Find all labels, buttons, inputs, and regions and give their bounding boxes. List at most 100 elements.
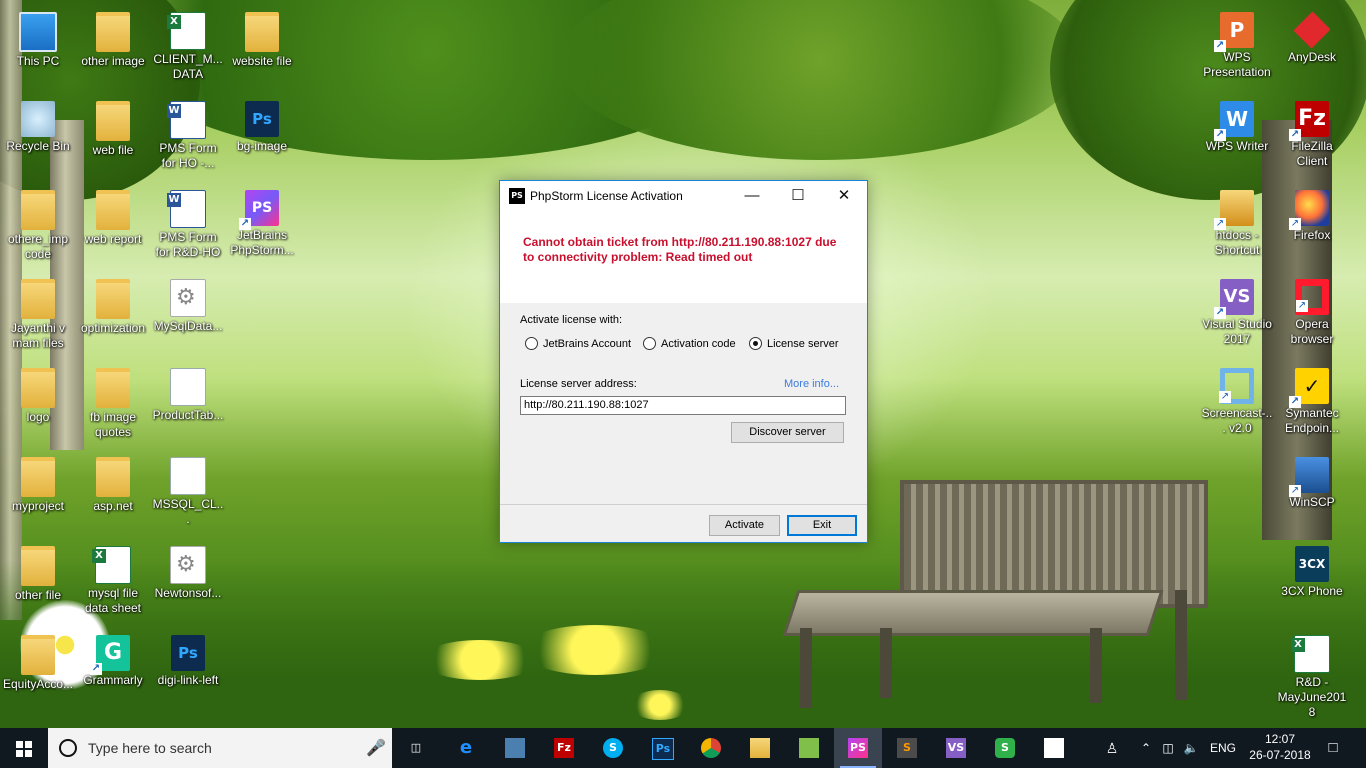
show-hidden-icons-icon[interactable]: ⌃ [1136, 728, 1156, 768]
taskbar-file-explorer[interactable] [736, 728, 784, 768]
radio-button[interactable] [749, 337, 762, 350]
desktop-icon-opera[interactable]: Opera browser [1274, 273, 1350, 359]
desktop-icon-winscp[interactable]: WinSCP [1274, 451, 1350, 537]
excel-file-icon [167, 12, 206, 50]
radio-license-server[interactable]: License server [749, 337, 839, 350]
notepad-plus-icon [799, 738, 819, 758]
radio-jetbrains-account[interactable]: JetBrains Account [525, 337, 631, 350]
desktop-icon-logo[interactable]: logo [0, 362, 76, 448]
taskbar-sticky-notes[interactable] [1030, 728, 1078, 768]
volume-icon[interactable]: 🔈 [1180, 728, 1202, 768]
visual-studio-icon: VS [1214, 279, 1254, 319]
taskbar-skype[interactable]: S [589, 728, 637, 768]
desktop-icon-asp-net[interactable]: asp.net [75, 451, 151, 537]
desktop-icon-othere-imp-code[interactable]: othere_imp code [0, 184, 76, 270]
desktop-icon-firefox[interactable]: Firefox [1274, 184, 1350, 270]
search-placeholder: Type here to search [88, 740, 212, 756]
desktop-icon-optimization[interactable]: optimization [75, 273, 151, 359]
desktop-icon-myproject[interactable]: myproject [0, 451, 76, 537]
radio-button[interactable] [643, 337, 656, 350]
desktop-icon-fb-image-quotes[interactable]: fb image quotes [75, 362, 151, 448]
taskbar-photoshop[interactable]: Ps [638, 728, 686, 768]
discover-server-button[interactable]: Discover server [731, 422, 844, 443]
desktop-icon-mysqldata[interactable]: MySqlData... [150, 273, 226, 359]
desktop-icon-newtonsoft[interactable]: Newtonsof... [150, 540, 226, 626]
symantec-icon: ✓ [1289, 368, 1329, 408]
folder-icon [96, 279, 130, 319]
action-center-icon[interactable]: □ [1318, 728, 1348, 768]
desktop-icon-pms-form-rd[interactable]: PMS Form for R&D-HO [150, 184, 226, 270]
desktop-icon-producttab[interactable]: ProductTab... [150, 362, 226, 448]
folder-icon [21, 368, 55, 408]
task-view-button[interactable]: ◫ [392, 728, 440, 768]
search-box[interactable]: Type here to search 🎤 [48, 728, 392, 768]
desktop-icon-grammarly[interactable]: G Grammarly [75, 629, 151, 715]
taskbar-phpstorm[interactable]: PS [834, 728, 882, 768]
phpstorm-icon: PS [509, 188, 525, 204]
desktop-icon-htdocs[interactable]: htdocs - Shortcut [1199, 184, 1275, 270]
microphone-icon[interactable]: 🎤 [366, 738, 386, 757]
radio-button[interactable] [525, 337, 538, 350]
clock[interactable]: 12:07 26-07-2018 [1248, 728, 1312, 768]
start-button[interactable] [0, 728, 48, 768]
taskbar-visual-studio[interactable]: VS [932, 728, 980, 768]
desktop-icon-pms-form-ho[interactable]: PMS Form for HO -... [150, 95, 226, 181]
desktop-icon-other-image[interactable]: other image [75, 6, 151, 92]
taskbar-wps[interactable]: S [981, 728, 1029, 768]
taskbar-sublime[interactable]: S [883, 728, 931, 768]
desktop-icon-filezilla[interactable]: Fz FileZilla Client [1274, 95, 1350, 181]
opera-icon [1295, 279, 1329, 315]
desktop-icon-jayanthi-files[interactable]: Jayanthi v mam files [0, 273, 76, 359]
activate-button[interactable]: Activate [709, 515, 780, 536]
desktop-icon-equity[interactable]: EquityAcco... [0, 629, 76, 715]
desktop-icon-website-file[interactable]: website file [224, 6, 300, 92]
taskbar-notepad-plus[interactable] [785, 728, 833, 768]
desktop-icon-mssql[interactable]: MSSQL_CL... [150, 451, 226, 537]
desktop-icon-web-report[interactable]: web report [75, 184, 151, 270]
close-button[interactable]: ✕ [821, 181, 867, 211]
folder-icon [96, 101, 130, 141]
more-info-link[interactable]: More info... [784, 378, 839, 390]
desktop-icon-other-file[interactable]: other file [0, 540, 76, 626]
taskbar-network-app[interactable] [491, 728, 539, 768]
taskbar-filezilla[interactable]: Fz [540, 728, 588, 768]
desktop-icon-digi-link-left[interactable]: Ps digi-link-left [150, 629, 226, 715]
desktop-icon-client-data[interactable]: CLIENT_M... DATA [150, 6, 226, 92]
excel-file-icon [1291, 635, 1330, 673]
desktop-icon-phpstorm[interactable]: PS JetBrains PhpStorm... [224, 184, 300, 270]
minimize-button[interactable]: — [729, 181, 775, 211]
filezilla-icon: Fz [1289, 101, 1329, 141]
desktop-icon-mysql-data-sheet[interactable]: mysql file data sheet [75, 540, 151, 626]
desktop-icon-wps-presentation[interactable]: P WPS Presentation [1199, 6, 1275, 92]
taskbar-edge[interactable]: e [442, 728, 490, 768]
chrome-icon [701, 738, 721, 758]
desktop-icon-rd-mayjune[interactable]: R&D - MayJune2018 [1274, 629, 1350, 719]
desktop-icon-symantec[interactable]: ✓ Symantec Endpoin... [1274, 362, 1350, 448]
network-icon[interactable]: ◫ [1158, 728, 1178, 768]
language-indicator[interactable]: ENG [1210, 728, 1240, 768]
desktop-icon-web-file[interactable]: web file [75, 95, 151, 181]
people-icon[interactable]: ♙ [1100, 728, 1124, 768]
desktop-icon-3cx-phone[interactable]: 3CX 3CX Phone [1274, 540, 1350, 626]
desktop-icon-anydesk[interactable]: AnyDesk [1274, 6, 1350, 92]
desktop-icon-screencast[interactable]: Screencast-... v2.0 [1199, 362, 1275, 448]
dialog-titlebar[interactable]: PS PhpStorm License Activation — ☐ ✕ [500, 181, 867, 211]
text-file-icon [170, 368, 206, 406]
maximize-button[interactable]: ☐ [775, 181, 821, 211]
exit-button[interactable]: Exit [787, 515, 857, 536]
activate-with-label: Activate license with: [520, 314, 623, 326]
edge-icon: e [459, 737, 473, 758]
folder-icon [21, 546, 55, 586]
radio-activation-code[interactable]: Activation code [643, 337, 736, 350]
folder-icon [1214, 190, 1254, 230]
desktop-icon-recycle-bin[interactable]: Recycle Bin [0, 95, 76, 181]
folder-icon [21, 190, 55, 230]
desktop-icon-bg-image[interactable]: Ps bg-image [224, 95, 300, 181]
server-address-input[interactable]: http://80.211.190.88:1027 [520, 396, 846, 415]
phpstorm-icon: PS [848, 738, 868, 758]
taskbar-chrome[interactable] [687, 728, 735, 768]
desktop-icon-wps-writer[interactable]: W WPS Writer [1199, 95, 1275, 181]
photoshop-file-icon: Ps [245, 101, 279, 137]
desktop-icon-this-pc[interactable]: This PC [0, 6, 76, 92]
desktop-icon-visual-studio[interactable]: VS Visual Studio 2017 [1199, 273, 1275, 359]
